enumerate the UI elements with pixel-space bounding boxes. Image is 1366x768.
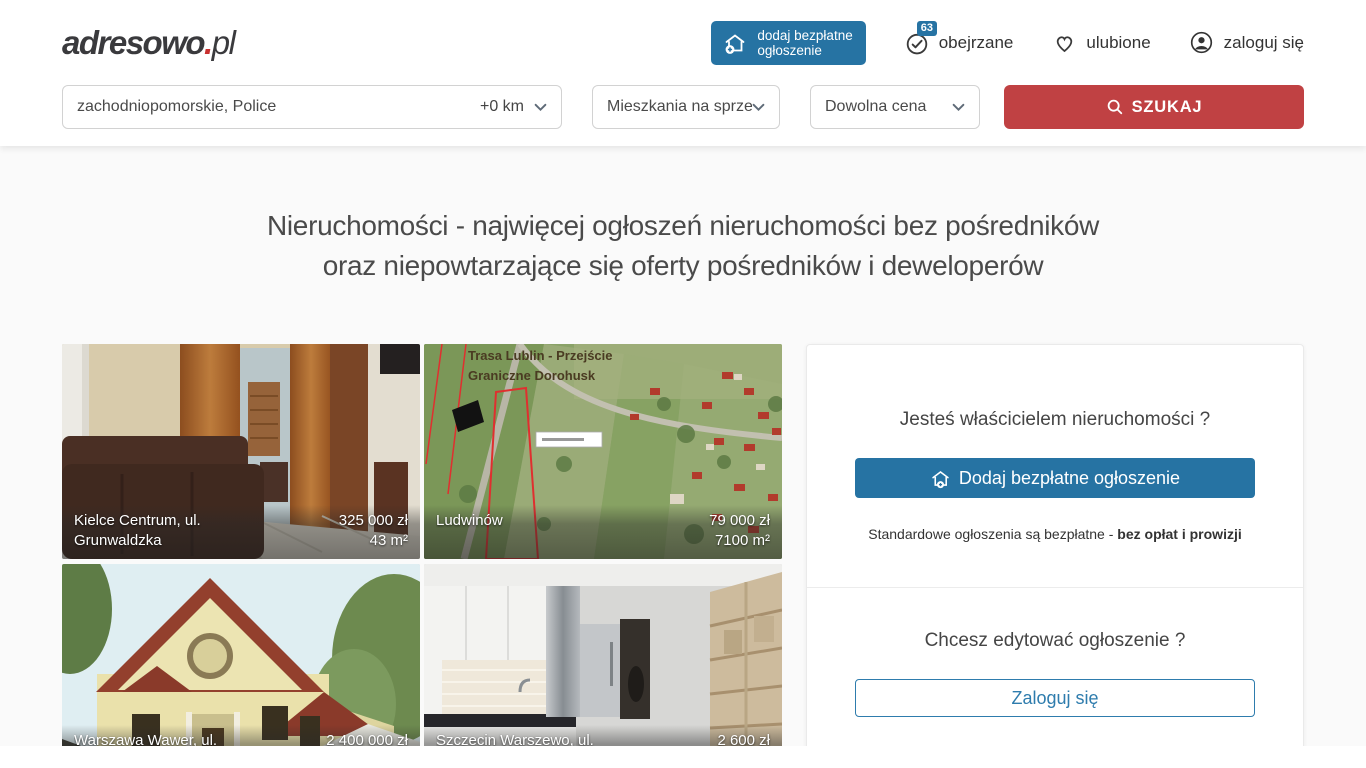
- viewed-link[interactable]: 63 obejrzane: [904, 30, 1014, 56]
- listing-price: 2 400 000 zł: [326, 731, 408, 746]
- sidebar-add-listing-label: Dodaj bezpłatne ogłoszenie: [959, 468, 1180, 489]
- listing-card[interactable]: Szczecin Warszewo, ul. 2 600 zł: [424, 564, 782, 746]
- listing-price-area: 79 000 zł 7100 m²: [709, 511, 770, 551]
- listing-price: 79 000 zł: [709, 511, 770, 531]
- sidebar-panel: Jesteś właścicielem nieruchomości ? Doda…: [806, 344, 1304, 746]
- listing-caption: Szczecin Warszewo, ul. 2 600 zł: [424, 725, 782, 746]
- radius-value: +0 km: [480, 98, 524, 116]
- property-photo-house: [62, 564, 420, 746]
- listing-card[interactable]: Kielce Centrum, ul. Grunwaldzka 325 000 …: [62, 344, 420, 559]
- listing-price-area: 2 400 000 zł: [326, 731, 408, 746]
- logo-dot: .: [204, 24, 212, 61]
- chevron-down-icon: [952, 103, 965, 112]
- owner-section-title: Jesteś właścicielem nieruchomości ?: [855, 409, 1255, 431]
- property-photo-kitchen: [424, 564, 782, 746]
- listing-caption: Warszawa Wawer, ul. 2 400 000 zł: [62, 725, 420, 746]
- heart-icon: [1051, 30, 1077, 56]
- login-link[interactable]: zaloguj się: [1189, 30, 1304, 56]
- listing-area: 43 m²: [339, 531, 408, 551]
- listing-card[interactable]: Trasa Lublin - Przejście Graniczne Doroh…: [424, 344, 782, 559]
- listings-grid: Kielce Centrum, ul. Grunwaldzka 325 000 …: [62, 344, 782, 746]
- header-actions: dodaj bezpłatne ogłoszenie 63 obejrzane: [711, 21, 1304, 65]
- login-label: zaloguj się: [1224, 33, 1304, 53]
- owner-section: Jesteś właścicielem nieruchomości ? Doda…: [807, 345, 1303, 587]
- favorites-link[interactable]: ulubione: [1051, 30, 1150, 56]
- price-select[interactable]: Dowolna cena: [810, 85, 980, 129]
- header: adresowo.pl dodaj bezpłatne ogłoszenie: [62, 0, 1304, 85]
- listing-caption: Ludwinów 79 000 zł 7100 m²: [424, 505, 782, 559]
- search-bar: zachodniopomorskie, Police +0 km Mieszka…: [62, 85, 1304, 129]
- user-icon: [1189, 30, 1215, 56]
- search-icon: [1106, 98, 1124, 116]
- owner-section-note: Standardowe ogłoszenia są bezpłatne - be…: [855, 526, 1255, 542]
- sidebar-add-listing-button[interactable]: Dodaj bezpłatne ogłoszenie: [855, 458, 1255, 498]
- listing-price-area: 2 600 zł: [717, 731, 770, 746]
- sidebar-login-label: Zaloguj się: [1011, 688, 1098, 709]
- main-area: Nieruchomości - najwięcej ogłoszeń nieru…: [0, 146, 1366, 746]
- listing-card[interactable]: Warszawa Wawer, ul. 2 400 000 zł: [62, 564, 420, 746]
- sidebar-login-button[interactable]: Zaloguj się: [855, 679, 1255, 717]
- edit-section-note: Hasło otrzymałeś w SMS'ie lub ustawiłeś …: [855, 745, 1255, 746]
- logo-tld: pl: [212, 24, 235, 61]
- favorites-label: ulubione: [1086, 33, 1150, 53]
- chevron-down-icon: [534, 103, 547, 112]
- page-title: Nieruchomości - najwięcej ogłoszeń nieru…: [0, 206, 1366, 286]
- location-input[interactable]: zachodniopomorskie, Police +0 km: [62, 85, 562, 129]
- listing-price: 2 600 zł: [717, 731, 770, 746]
- logo-name: adresowo: [62, 24, 204, 61]
- listing-price-area: 325 000 zł 43 m²: [339, 511, 408, 551]
- house-plus-icon: [722, 30, 748, 56]
- category-value: Mieszkania na sprzedaż: [607, 98, 752, 116]
- map-note-line1: Trasa Lublin - Przejście: [468, 348, 613, 363]
- edit-section: Chcesz edytować ogłoszenie ? Zaloguj się…: [807, 588, 1303, 746]
- location-value: zachodniopomorskie, Police: [77, 98, 276, 116]
- add-listing-button[interactable]: dodaj bezpłatne ogłoszenie: [711, 21, 865, 65]
- viewed-count-badge: 63: [917, 21, 937, 36]
- add-listing-label: dodaj bezpłatne ogłoszenie: [757, 28, 852, 58]
- listing-caption: Kielce Centrum, ul. Grunwaldzka 325 000 …: [62, 505, 420, 559]
- search-button-label: SZUKAJ: [1132, 98, 1203, 117]
- edit-section-title: Chcesz edytować ogłoszenie ?: [855, 630, 1255, 652]
- category-select[interactable]: Mieszkania na sprzedaż: [592, 85, 780, 129]
- logo[interactable]: adresowo.pl: [62, 24, 234, 62]
- listing-location: Ludwinów: [436, 511, 621, 551]
- map-note-line2: Graniczne Dorohusk: [468, 368, 596, 383]
- house-plus-icon: [930, 468, 951, 489]
- listing-location: Warszawa Wawer, ul.: [74, 731, 259, 746]
- check-circle-icon: 63: [904, 30, 930, 56]
- listing-area: 7100 m²: [709, 531, 770, 551]
- viewed-label: obejrzane: [939, 33, 1014, 53]
- search-button[interactable]: SZUKAJ: [1004, 85, 1304, 129]
- listing-location: Kielce Centrum, ul. Grunwaldzka: [74, 511, 259, 551]
- price-value: Dowolna cena: [825, 98, 952, 116]
- chevron-down-icon: [752, 103, 765, 112]
- radius-select[interactable]: +0 km: [480, 98, 547, 116]
- top-bar: adresowo.pl dodaj bezpłatne ogłoszenie: [0, 0, 1366, 146]
- listing-location: Szczecin Warszewo, ul.: [436, 731, 621, 746]
- listing-price: 325 000 zł: [339, 511, 408, 531]
